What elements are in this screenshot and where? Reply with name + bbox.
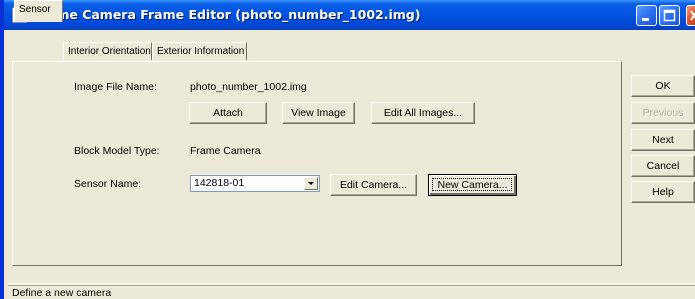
minimize-icon (642, 18, 649, 21)
tab-sensor-label: Sensor (19, 4, 51, 15)
help-button[interactable]: Help (631, 181, 695, 203)
tab-exterior-information[interactable]: Exterior Information (152, 42, 247, 60)
previous-button-label: Previous (642, 107, 684, 119)
view-image-button-label: View Image (291, 107, 346, 119)
image-file-name-label: Image File Name: (74, 81, 157, 93)
cancel-button[interactable]: Cancel (631, 155, 695, 177)
status-divider (8, 283, 695, 284)
tab-exterior-information-label: Exterior Information (157, 46, 245, 57)
next-button[interactable]: Next (631, 129, 695, 151)
maximize-icon (663, 9, 676, 22)
sensor-name-select-value: 142818-01 (194, 177, 245, 189)
help-button-label: Help (652, 186, 674, 198)
tab-interior-orientation-label: Interior Orientation (68, 46, 151, 57)
tab-interior-orientation[interactable]: Interior Orientation (63, 42, 152, 60)
chevron-down-icon (308, 182, 314, 185)
close-button[interactable] (686, 5, 695, 26)
image-file-name-value: photo_number_1002.img (190, 81, 307, 93)
sensor-name-select[interactable]: 142818-01 (190, 175, 320, 192)
status-text: Define a new camera (12, 287, 112, 299)
edit-all-images-button-label: Edit All Images... (383, 107, 463, 119)
cancel-button-label: Cancel (646, 160, 680, 172)
attach-button[interactable]: Attach (189, 102, 267, 124)
block-model-type-label: Block Model Type: (74, 145, 160, 157)
frame-editor-window: Frame Camera Frame Editor (photo_number_… (0, 0, 695, 299)
block-model-type-value: Frame Camera (190, 145, 261, 157)
sensor-name-label: Sensor Name: (74, 178, 142, 190)
status-bar: Define a new camera (8, 285, 695, 299)
next-button-label: Next (652, 134, 674, 146)
tab-sensor[interactable]: Sensor (14, 0, 63, 22)
focus-ring (432, 178, 512, 191)
ok-button-label: OK (655, 80, 671, 92)
maximize-button[interactable] (659, 5, 680, 26)
ok-button[interactable]: OK (631, 75, 695, 97)
previous-button[interactable]: Previous (631, 102, 695, 124)
edit-camera-button-label: Edit Camera... (339, 179, 408, 191)
close-icon (690, 10, 695, 21)
new-camera-button[interactable]: New Camera... (428, 174, 517, 196)
view-image-button[interactable]: View Image (282, 102, 355, 124)
window-title: Frame Camera Frame Editor (photo_number_… (34, 7, 421, 22)
edit-camera-button[interactable]: Edit Camera... (330, 174, 417, 196)
title-bar[interactable]: Frame Camera Frame Editor (photo_number_… (4, 0, 695, 30)
minimize-button[interactable] (636, 5, 657, 26)
sensor-name-dropdown-button[interactable] (304, 177, 318, 190)
edit-all-images-button[interactable]: Edit All Images... (371, 102, 475, 124)
attach-button-label: Attach (213, 107, 243, 119)
